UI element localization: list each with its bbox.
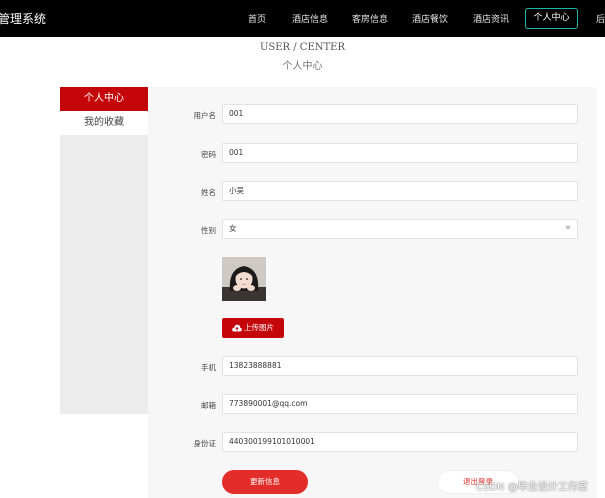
- avatar: [222, 257, 266, 301]
- top-navbar: 管理系统 首页 酒店信息 客房信息 酒店餐饮 酒店资讯 个人中心 后: [0, 0, 605, 37]
- idcard-label: 身份证: [193, 439, 217, 448]
- nav-home[interactable]: 首页: [248, 12, 266, 25]
- upload-button-label: 上传图片: [244, 323, 274, 332]
- gender-value: 女: [229, 224, 237, 233]
- password-label: 密码: [201, 150, 216, 159]
- username-label: 用户名: [193, 111, 217, 120]
- app-title: 管理系统: [0, 12, 47, 26]
- username-field[interactable]: 001: [222, 104, 578, 124]
- email-field[interactable]: 773890001@qq.com: [222, 394, 578, 414]
- email-label: 邮箱: [201, 401, 216, 410]
- sidebar-item-user-center[interactable]: 个人中心: [60, 87, 148, 111]
- sidebar-item-favorites[interactable]: 我的收藏: [60, 111, 148, 135]
- nav-user-center[interactable]: 个人中心: [525, 8, 578, 29]
- phone-label: 手机: [201, 363, 216, 372]
- nav-hotel-dining[interactable]: 酒店餐饮: [412, 12, 448, 25]
- nav-hotel-news[interactable]: 酒店资讯: [473, 12, 509, 25]
- nav-room-info[interactable]: 客房信息: [352, 12, 388, 25]
- chevron-down-icon: [565, 226, 571, 230]
- nav-item-truncated[interactable]: 后: [596, 12, 605, 25]
- nav-hotel-info[interactable]: 酒店信息: [292, 12, 328, 25]
- name-field[interactable]: 小吴: [222, 181, 578, 201]
- update-info-button[interactable]: 更新信息: [222, 470, 308, 494]
- name-label: 姓名: [201, 188, 216, 197]
- gender-select[interactable]: 女: [222, 219, 578, 239]
- gender-label: 性别: [201, 226, 216, 235]
- sidebar: [60, 87, 148, 414]
- password-field[interactable]: 001: [222, 143, 578, 163]
- idcard-field[interactable]: 440300199101010001: [222, 432, 578, 452]
- watermark-text: CSDN @毕业设计工作室: [476, 482, 588, 493]
- phone-field[interactable]: 13823888881: [222, 356, 578, 376]
- page-title-cn: 个人中心: [282, 61, 323, 72]
- cloud-upload-icon: [232, 324, 242, 332]
- upload-image-button[interactable]: 上传图片: [222, 318, 284, 338]
- page-title-en: USER / CENTER: [259, 42, 346, 53]
